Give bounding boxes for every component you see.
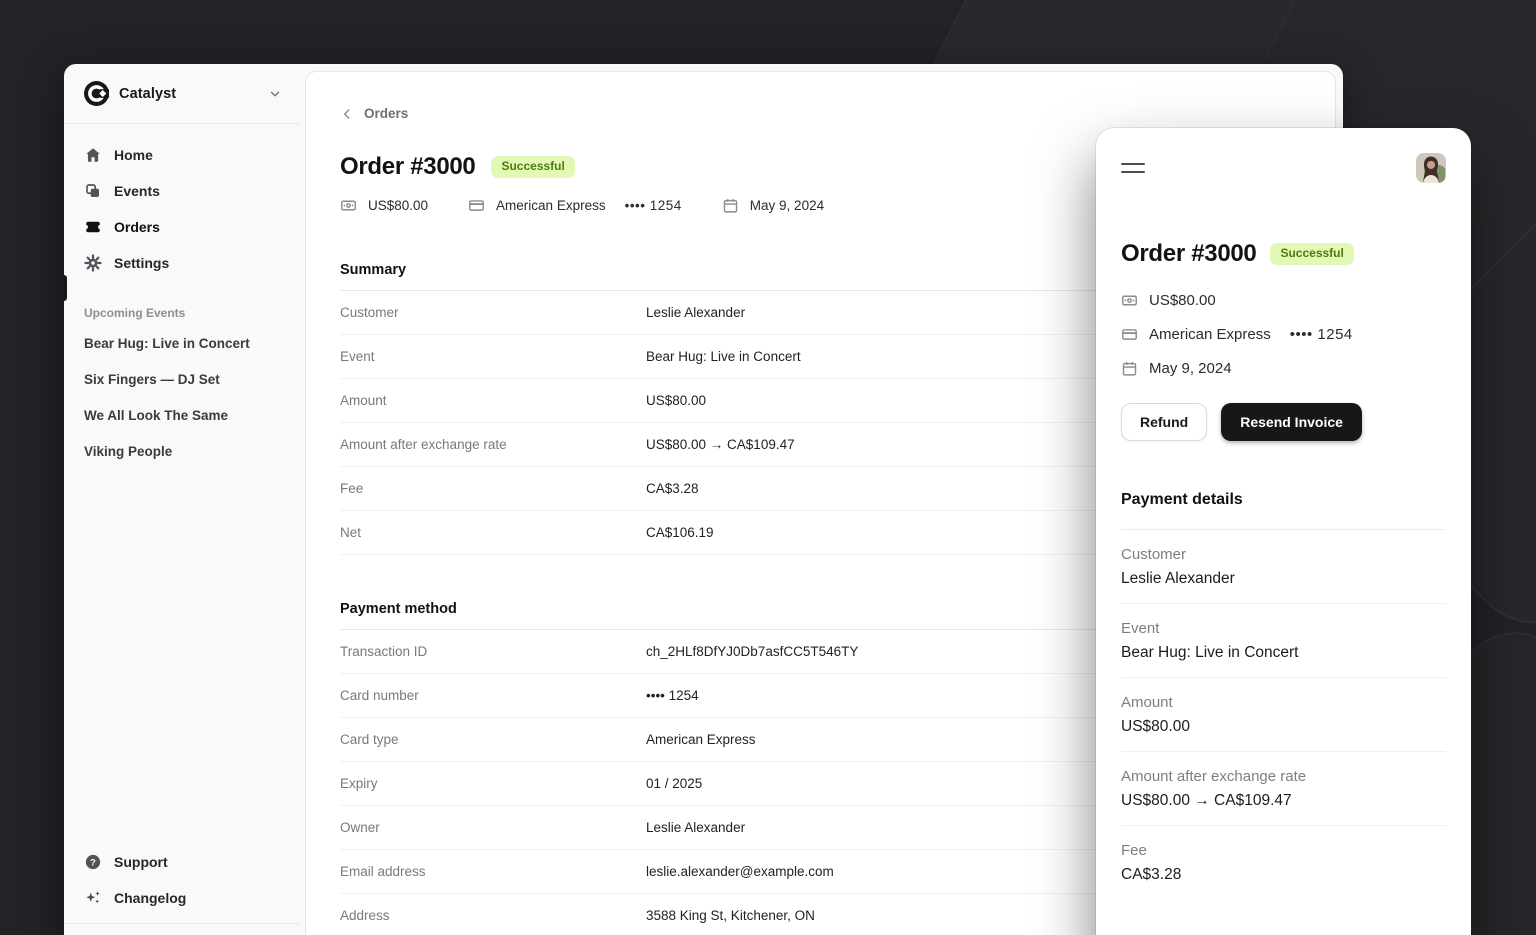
sidebar-nav: Home Events Orders <box>64 124 300 280</box>
gear-icon <box>84 254 102 272</box>
mobile-preview-panel: Order #3000 Successful US$80.00 American… <box>1096 128 1471 935</box>
order-amount-meta: US$80.00 <box>340 197 428 214</box>
payment-details-heading: Payment details <box>1121 491 1446 509</box>
sidebar-item-events[interactable]: Events <box>76 174 288 208</box>
row-value: US$80.00 <box>1121 718 1446 736</box>
sparkles-icon <box>84 889 102 907</box>
refund-button[interactable]: Refund <box>1121 403 1207 441</box>
order-meta-list: US$80.00 American Express •••• 1254 May … <box>1121 292 1446 377</box>
sidebar-event-link[interactable]: Bear Hug: Live in Concert <box>76 326 288 360</box>
resend-invoice-button[interactable]: Resend Invoice <box>1221 403 1362 441</box>
upcoming-events-list: Bear Hug: Live in Concert Six Fingers — … <box>64 326 300 468</box>
card-last4: •••• 1254 <box>1290 326 1353 343</box>
catalyst-logo-icon <box>84 81 109 106</box>
row-label: Address <box>340 908 646 923</box>
order-amount-meta: US$80.00 <box>1121 292 1446 309</box>
menu-icon[interactable] <box>1121 157 1145 179</box>
order-date-meta: May 9, 2024 <box>1121 360 1446 377</box>
chevron-left-icon <box>340 107 354 121</box>
row-label: Customer <box>340 305 646 320</box>
events-icon <box>84 182 102 200</box>
ticket-icon <box>84 218 102 236</box>
row-label: Transaction ID <box>340 644 646 659</box>
order-amount: US$80.00 <box>368 198 428 213</box>
card-brand: American Express <box>496 198 606 213</box>
order-date: May 9, 2024 <box>750 198 824 213</box>
sidebar-item-home[interactable]: Home <box>76 138 288 172</box>
row-label: Amount after exchange rate <box>340 437 646 452</box>
sidebar-item-label: Orders <box>114 219 160 235</box>
payment-details-row: Fee CA$3.28 <box>1121 826 1446 899</box>
row-label: Fee <box>340 481 646 496</box>
breadcrumb[interactable]: Orders <box>340 106 1295 121</box>
page-title: Order #3000 <box>340 153 475 181</box>
banknote-icon <box>1121 292 1138 309</box>
breadcrumb-label[interactable]: Orders <box>364 106 408 121</box>
row-label: Event <box>340 349 646 364</box>
sidebar-item-label: Changelog <box>114 890 186 906</box>
sidebar-item-label: Home <box>114 147 153 163</box>
payment-details-row: Event Bear Hug: Live in Concert <box>1121 604 1446 678</box>
team-switcher[interactable]: Catalyst <box>64 64 300 124</box>
credit-card-icon <box>468 197 485 214</box>
upcoming-events-heading: Upcoming Events <box>64 306 300 320</box>
card-brand: American Express <box>1149 326 1271 343</box>
svg-text:?: ? <box>90 857 96 867</box>
sidebar-item-label: Events <box>114 183 160 199</box>
row-label: Email address <box>340 864 646 879</box>
row-value: CA$3.28 <box>1121 866 1446 884</box>
sidebar-item-support[interactable]: ? Support <box>76 845 288 879</box>
sidebar-footer-nav: ? Support Changelog <box>64 845 300 923</box>
home-icon <box>84 146 102 164</box>
calendar-icon <box>722 197 739 214</box>
sidebar-event-link[interactable]: We All Look The Same <box>76 398 288 432</box>
team-name: Catalyst <box>119 86 176 102</box>
card-last4: •••• 1254 <box>625 198 682 213</box>
sidebar-item-changelog[interactable]: Changelog <box>76 881 288 915</box>
row-label: Amount <box>1121 694 1446 711</box>
row-label: Customer <box>1121 546 1446 563</box>
avatar[interactable] <box>1416 153 1446 183</box>
row-label: Event <box>1121 620 1446 637</box>
row-value: US$80.00 → CA$109.47 <box>1121 792 1446 810</box>
order-card-meta: American Express •••• 1254 <box>1121 326 1446 343</box>
status-badge: Successful <box>1270 243 1353 264</box>
row-label: Amount after exchange rate <box>1121 768 1446 785</box>
page-title: Order #3000 <box>1121 240 1256 268</box>
sidebar: Catalyst Home Events <box>64 64 300 935</box>
order-amount: US$80.00 <box>1149 292 1216 309</box>
order-date-meta: May 9, 2024 <box>722 197 824 214</box>
row-label: Card number <box>340 688 646 703</box>
sidebar-item-label: Settings <box>114 255 169 271</box>
sidebar-item-label: Support <box>114 854 168 870</box>
order-card-meta: American Express •••• 1254 <box>468 197 682 214</box>
credit-card-icon <box>1121 326 1138 343</box>
active-nav-indicator <box>64 275 67 301</box>
row-label: Owner <box>340 820 646 835</box>
sidebar-item-settings[interactable]: Settings <box>76 246 288 280</box>
row-value: Leslie Alexander <box>1121 570 1446 588</box>
payment-details-row: Amount US$80.00 <box>1121 678 1446 752</box>
sidebar-event-link[interactable]: Viking People <box>76 434 288 468</box>
row-value: Bear Hug: Live in Concert <box>1121 644 1446 662</box>
sidebar-item-orders[interactable]: Orders <box>76 210 288 244</box>
payment-details-row: Amount after exchange rate US$80.00 → CA… <box>1121 752 1446 826</box>
banknote-icon <box>340 197 357 214</box>
chevron-down-icon <box>268 87 282 101</box>
row-label: Expiry <box>340 776 646 791</box>
user-menu[interactable]: Erica erica@example.com <box>64 923 300 935</box>
row-label: Net <box>340 525 646 540</box>
order-date: May 9, 2024 <box>1149 360 1232 377</box>
row-label: Card type <box>340 732 646 747</box>
payment-details-row: Customer Leslie Alexander <box>1121 530 1446 604</box>
row-label: Amount <box>340 393 646 408</box>
status-badge: Successful <box>491 156 574 177</box>
calendar-icon <box>1121 360 1138 377</box>
row-label: Fee <box>1121 842 1446 859</box>
question-circle-icon: ? <box>84 853 102 871</box>
sidebar-event-link[interactable]: Six Fingers — DJ Set <box>76 362 288 396</box>
